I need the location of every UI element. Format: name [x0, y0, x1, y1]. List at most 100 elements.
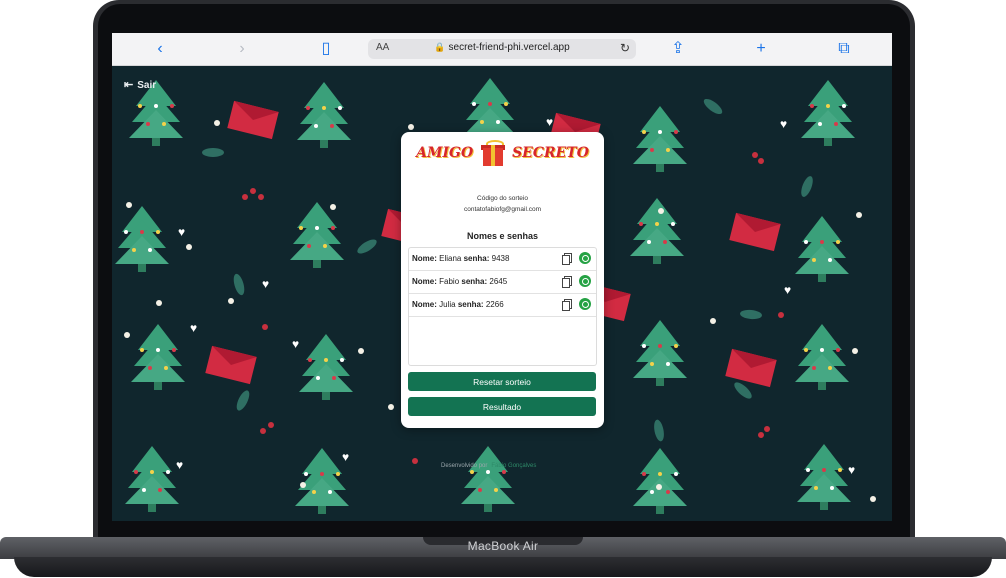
laptop-base-bottom: [14, 557, 992, 577]
result-button[interactable]: Resultado: [408, 397, 596, 416]
heart-icon: ♥: [176, 458, 184, 472]
list-item: Nome: Eliana senha: 9438: [409, 248, 596, 271]
name-label: Nome:: [412, 300, 437, 309]
logout-button[interactable]: ⇤ Sair: [124, 78, 156, 91]
copy-icon[interactable]: [562, 299, 572, 311]
snow-dot: [710, 318, 716, 324]
leaf-icon: [731, 379, 755, 402]
logout-label: Sair: [137, 80, 157, 91]
heart-icon: ♥: [848, 463, 856, 477]
heart-icon: ♥: [262, 277, 270, 291]
address-bar[interactable]: AA 🔒 secret-friend-phi.vercel.app ↻: [368, 39, 636, 59]
whatsapp-icon[interactable]: [579, 298, 591, 310]
heart-icon: ♥: [178, 225, 186, 239]
names-heading: Nomes e senhas: [466, 231, 539, 241]
logo-word-right: SECRETO: [512, 145, 589, 161]
name-label: Nome:: [412, 254, 437, 263]
tabs-icon[interactable]: ⧉: [834, 39, 854, 59]
name-label: Nome:: [412, 277, 437, 286]
url: secret-friend-phi.vercel.app: [448, 42, 570, 53]
gift-icon: [480, 140, 505, 166]
envelope-icon: [729, 212, 781, 252]
leaf-icon: [701, 96, 725, 117]
lock-icon: 🔒: [434, 42, 446, 52]
heart-icon: ♥: [780, 117, 788, 131]
snow-dot: [656, 484, 662, 490]
snow-dot: [228, 298, 234, 304]
whatsapp-icon[interactable]: [579, 252, 591, 264]
berry-icon: [412, 458, 418, 464]
bookmarks-icon[interactable]: ▯: [316, 39, 336, 59]
berry-icon: [258, 194, 264, 200]
berry-icon: [758, 432, 764, 438]
envelope-icon: [725, 348, 777, 388]
device-brand: MacBook Air: [467, 539, 539, 553]
participant-name: Julia: [439, 300, 456, 309]
berry-icon: [262, 324, 268, 330]
heart-icon: ♥: [292, 337, 300, 351]
snow-dot: [658, 208, 664, 214]
forward-icon[interactable]: ›: [232, 39, 252, 59]
laptop-screen: ‹ › ▯ AA 🔒 secret-friend-phi.vercel.app ↻…: [112, 33, 892, 521]
app-logo: AMIGO SECRETO: [401, 140, 604, 176]
snow-dot: [126, 202, 132, 208]
berry-icon: [758, 158, 764, 164]
password-label: senha:: [457, 300, 484, 309]
leaf-icon: [355, 236, 379, 257]
snow-dot: [358, 348, 364, 354]
berry-icon: [268, 422, 274, 428]
copy-icon[interactable]: [562, 253, 572, 265]
berry-icon: [752, 152, 758, 158]
heart-icon: ♥: [784, 283, 792, 297]
copy-icon[interactable]: [562, 276, 572, 288]
url-text: 🔒 secret-friend-phi.vercel.app: [368, 42, 636, 53]
whatsapp-icon[interactable]: [579, 275, 591, 287]
password-label: senha:: [463, 254, 490, 263]
snow-dot: [156, 300, 162, 306]
snow-dot: [300, 482, 306, 488]
heart-icon: ♥: [546, 115, 554, 129]
snow-dot: [856, 212, 862, 218]
participant-password: 9438: [491, 254, 510, 263]
logout-icon: ⇤: [124, 79, 134, 91]
leaf-icon: [234, 388, 252, 413]
leaf-icon: [202, 148, 224, 157]
leaf-icon: [739, 309, 763, 320]
password-label: senha:: [461, 277, 488, 286]
reload-icon[interactable]: ↻: [620, 41, 630, 55]
list-item: Nome: Julia senha: 2266: [409, 294, 596, 317]
berry-icon: [764, 426, 770, 432]
participant-name: Fabio: [439, 277, 460, 286]
list-item: Nome: Fabio senha: 2645: [409, 271, 596, 294]
back-icon[interactable]: ‹: [150, 39, 170, 59]
logo-word-left: AMIGO: [416, 145, 474, 161]
footer-credit: Desenvolvido por Fábio Gonçalves: [441, 463, 536, 469]
snow-dot: [330, 204, 336, 210]
draw-code-value: contatofabiofg@gmail.com: [463, 206, 542, 213]
envelope-icon: [227, 100, 279, 140]
heart-icon: ♥: [190, 321, 198, 335]
new-tab-icon[interactable]: +: [751, 39, 771, 59]
footer-author-link[interactable]: Fábio Gonçalves: [491, 463, 536, 469]
envelope-icon: [205, 345, 257, 385]
draw-code-label: Código do sorteio: [477, 195, 528, 202]
berry-icon: [260, 428, 266, 434]
share-icon[interactable]: ⇪: [668, 39, 688, 59]
secret-friend-card: AMIGO SECRETO Código do sorteio contatof…: [401, 132, 604, 428]
berry-icon: [778, 312, 784, 318]
participant-password: 2266: [485, 300, 504, 309]
leaf-icon: [652, 418, 666, 443]
snow-dot: [186, 244, 192, 250]
browser-toolbar: ‹ › ▯ AA 🔒 secret-friend-phi.vercel.app ↻…: [112, 33, 892, 66]
footer-prefix: Desenvolvido por: [441, 463, 488, 469]
snow-dot: [124, 332, 130, 338]
snow-dot: [408, 124, 414, 130]
participant-password: 2645: [489, 277, 508, 286]
participant-name: Eliana: [439, 254, 462, 263]
reset-draw-button[interactable]: Resetar sorteio: [408, 372, 596, 391]
leaf-icon: [231, 272, 247, 297]
snow-dot: [852, 348, 858, 354]
berry-icon: [250, 188, 256, 194]
leaf-icon: [798, 174, 816, 199]
participants-list: Nome: Eliana senha: 9438 Nome: Fabio sen…: [408, 247, 597, 366]
